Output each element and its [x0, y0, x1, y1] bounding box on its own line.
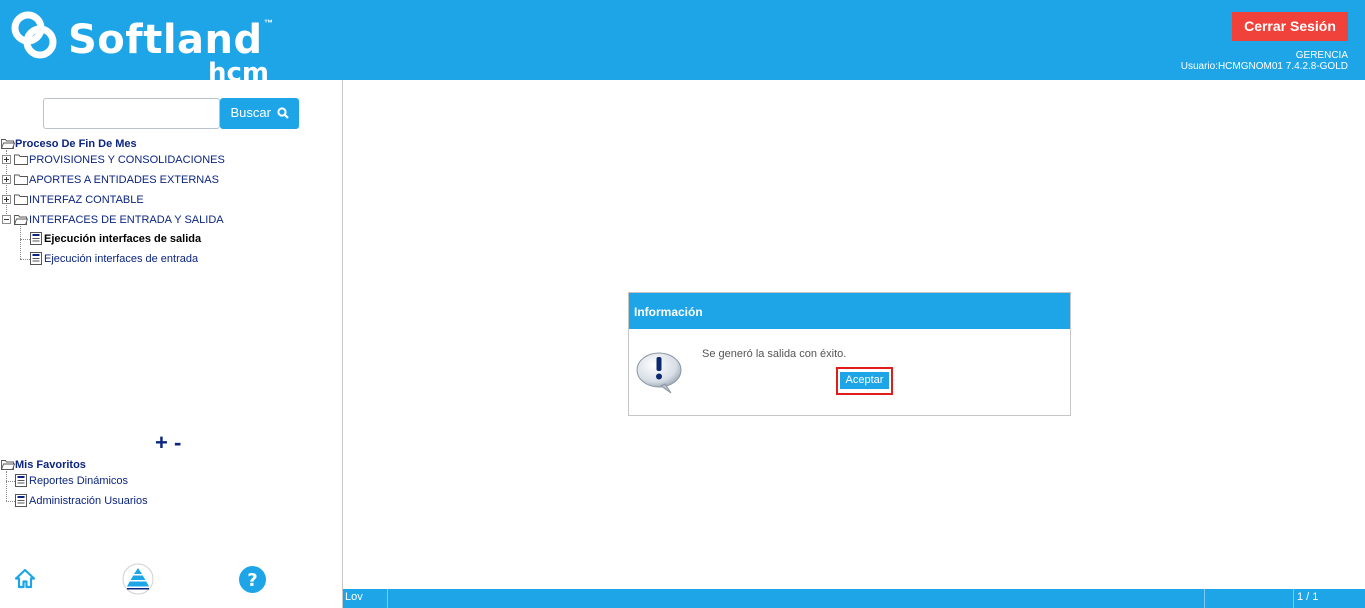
- help-icon[interactable]: ?: [238, 565, 267, 594]
- accept-button[interactable]: Aceptar: [840, 372, 889, 389]
- tree-connector: [6, 501, 15, 502]
- status-lov: Lov: [345, 591, 363, 603]
- status-divider: [387, 589, 388, 608]
- document-icon: [15, 474, 27, 487]
- expand-icon[interactable]: [2, 155, 11, 164]
- dialog-title: Información: [629, 293, 1070, 329]
- sidebar: Buscar Proceso De Fin De Mes PROVISIONES…: [0, 80, 343, 608]
- tree-connector: [20, 239, 30, 240]
- logout-button[interactable]: Cerrar Sesión: [1232, 12, 1348, 41]
- expand-icon[interactable]: [2, 175, 11, 184]
- tree-connector: [20, 226, 21, 259]
- tree-folder-provisiones[interactable]: PROVISIONES Y CONSOLIDACIONES: [2, 152, 302, 168]
- favorite-item-label: Administración Usuarios: [29, 495, 148, 507]
- home-icon[interactable]: [14, 568, 36, 590]
- favorite-item-label: Reportes Dinámicos: [29, 475, 129, 487]
- softland-logo: Softland ™ hcm: [10, 8, 300, 86]
- tree-item-label: Ejecución interfaces de salida: [44, 233, 202, 245]
- svg-text:?: ?: [247, 570, 257, 591]
- tree-connector: [6, 471, 7, 501]
- tree-zoom-controls: + -: [155, 432, 181, 454]
- expand-all-button[interactable]: +: [155, 430, 168, 455]
- folder-open-icon: [14, 215, 28, 225]
- search-button-label: Buscar: [230, 105, 271, 120]
- tree-connector: [6, 481, 15, 482]
- folder-open-icon: [1, 139, 15, 149]
- user-info: Usuario:HCMGNOM01 7.4.2.8-GOLD: [1180, 61, 1348, 72]
- tree-folder-aportes[interactable]: APORTES A ENTIDADES EXTERNAS: [2, 172, 302, 188]
- exclamation-bubble-icon: [636, 352, 682, 394]
- document-icon: [15, 494, 27, 507]
- dialog-message: Se generó la salida con éxito.: [702, 348, 847, 360]
- favorite-item-usuarios[interactable]: Administración Usuarios: [15, 493, 265, 509]
- collapse-all-button[interactable]: -: [174, 430, 181, 455]
- favorite-item-reportes[interactable]: Reportes Dinámicos: [15, 473, 265, 489]
- status-divider: [1204, 589, 1205, 608]
- folder-open-icon: [1, 460, 15, 470]
- app-header: Softland ™ hcm Cerrar Sesión GERENCIA Us…: [0, 0, 1365, 86]
- search-input[interactable]: [43, 98, 220, 129]
- tree-folder-label: INTERFAZ CONTABLE: [29, 194, 144, 206]
- tree-item-label: Ejecución interfaces de entrada: [44, 253, 199, 265]
- user-role: GERENCIA: [1295, 50, 1348, 61]
- brand-trademark: ™: [264, 18, 273, 28]
- folder-icon: [14, 194, 28, 205]
- tree-connector: [20, 259, 30, 260]
- pyramid-icon[interactable]: [122, 563, 154, 595]
- folder-icon: [14, 154, 28, 165]
- search-button[interactable]: Buscar: [220, 98, 299, 129]
- tree-item-interfaces-salida[interactable]: Ejecución interfaces de salida: [30, 231, 290, 247]
- softland-logo-icon: [11, 11, 57, 59]
- brand-name: Softland: [68, 17, 263, 63]
- tree-folder-label: INTERFACES DE ENTRADA Y SALIDA: [29, 214, 224, 226]
- info-dialog: Información Se generó la salida con éxit…: [628, 292, 1071, 416]
- tree-item-interfaces-entrada[interactable]: Ejecución interfaces de entrada: [30, 251, 290, 267]
- favorites-root-label: Mis Favoritos: [15, 459, 86, 471]
- expand-icon[interactable]: [2, 195, 11, 204]
- folder-icon: [14, 174, 28, 185]
- search-icon: [276, 107, 289, 119]
- status-divider: [1293, 589, 1294, 608]
- document-icon: [30, 252, 42, 265]
- status-page-indicator: 1 / 1: [1297, 591, 1319, 603]
- status-bar: Lov 1 / 1: [343, 589, 1365, 608]
- tree-folder-interfaces[interactable]: INTERFACES DE ENTRADA Y SALIDA: [2, 212, 302, 228]
- tree-folder-label: PROVISIONES Y CONSOLIDACIONES: [29, 154, 225, 166]
- document-icon: [30, 232, 42, 245]
- tree-root-label: Proceso De Fin De Mes: [15, 138, 137, 150]
- collapse-icon[interactable]: [2, 215, 11, 224]
- tree-folder-interfaz-contable[interactable]: INTERFAZ CONTABLE: [2, 192, 302, 208]
- tree-folder-label: APORTES A ENTIDADES EXTERNAS: [29, 174, 219, 186]
